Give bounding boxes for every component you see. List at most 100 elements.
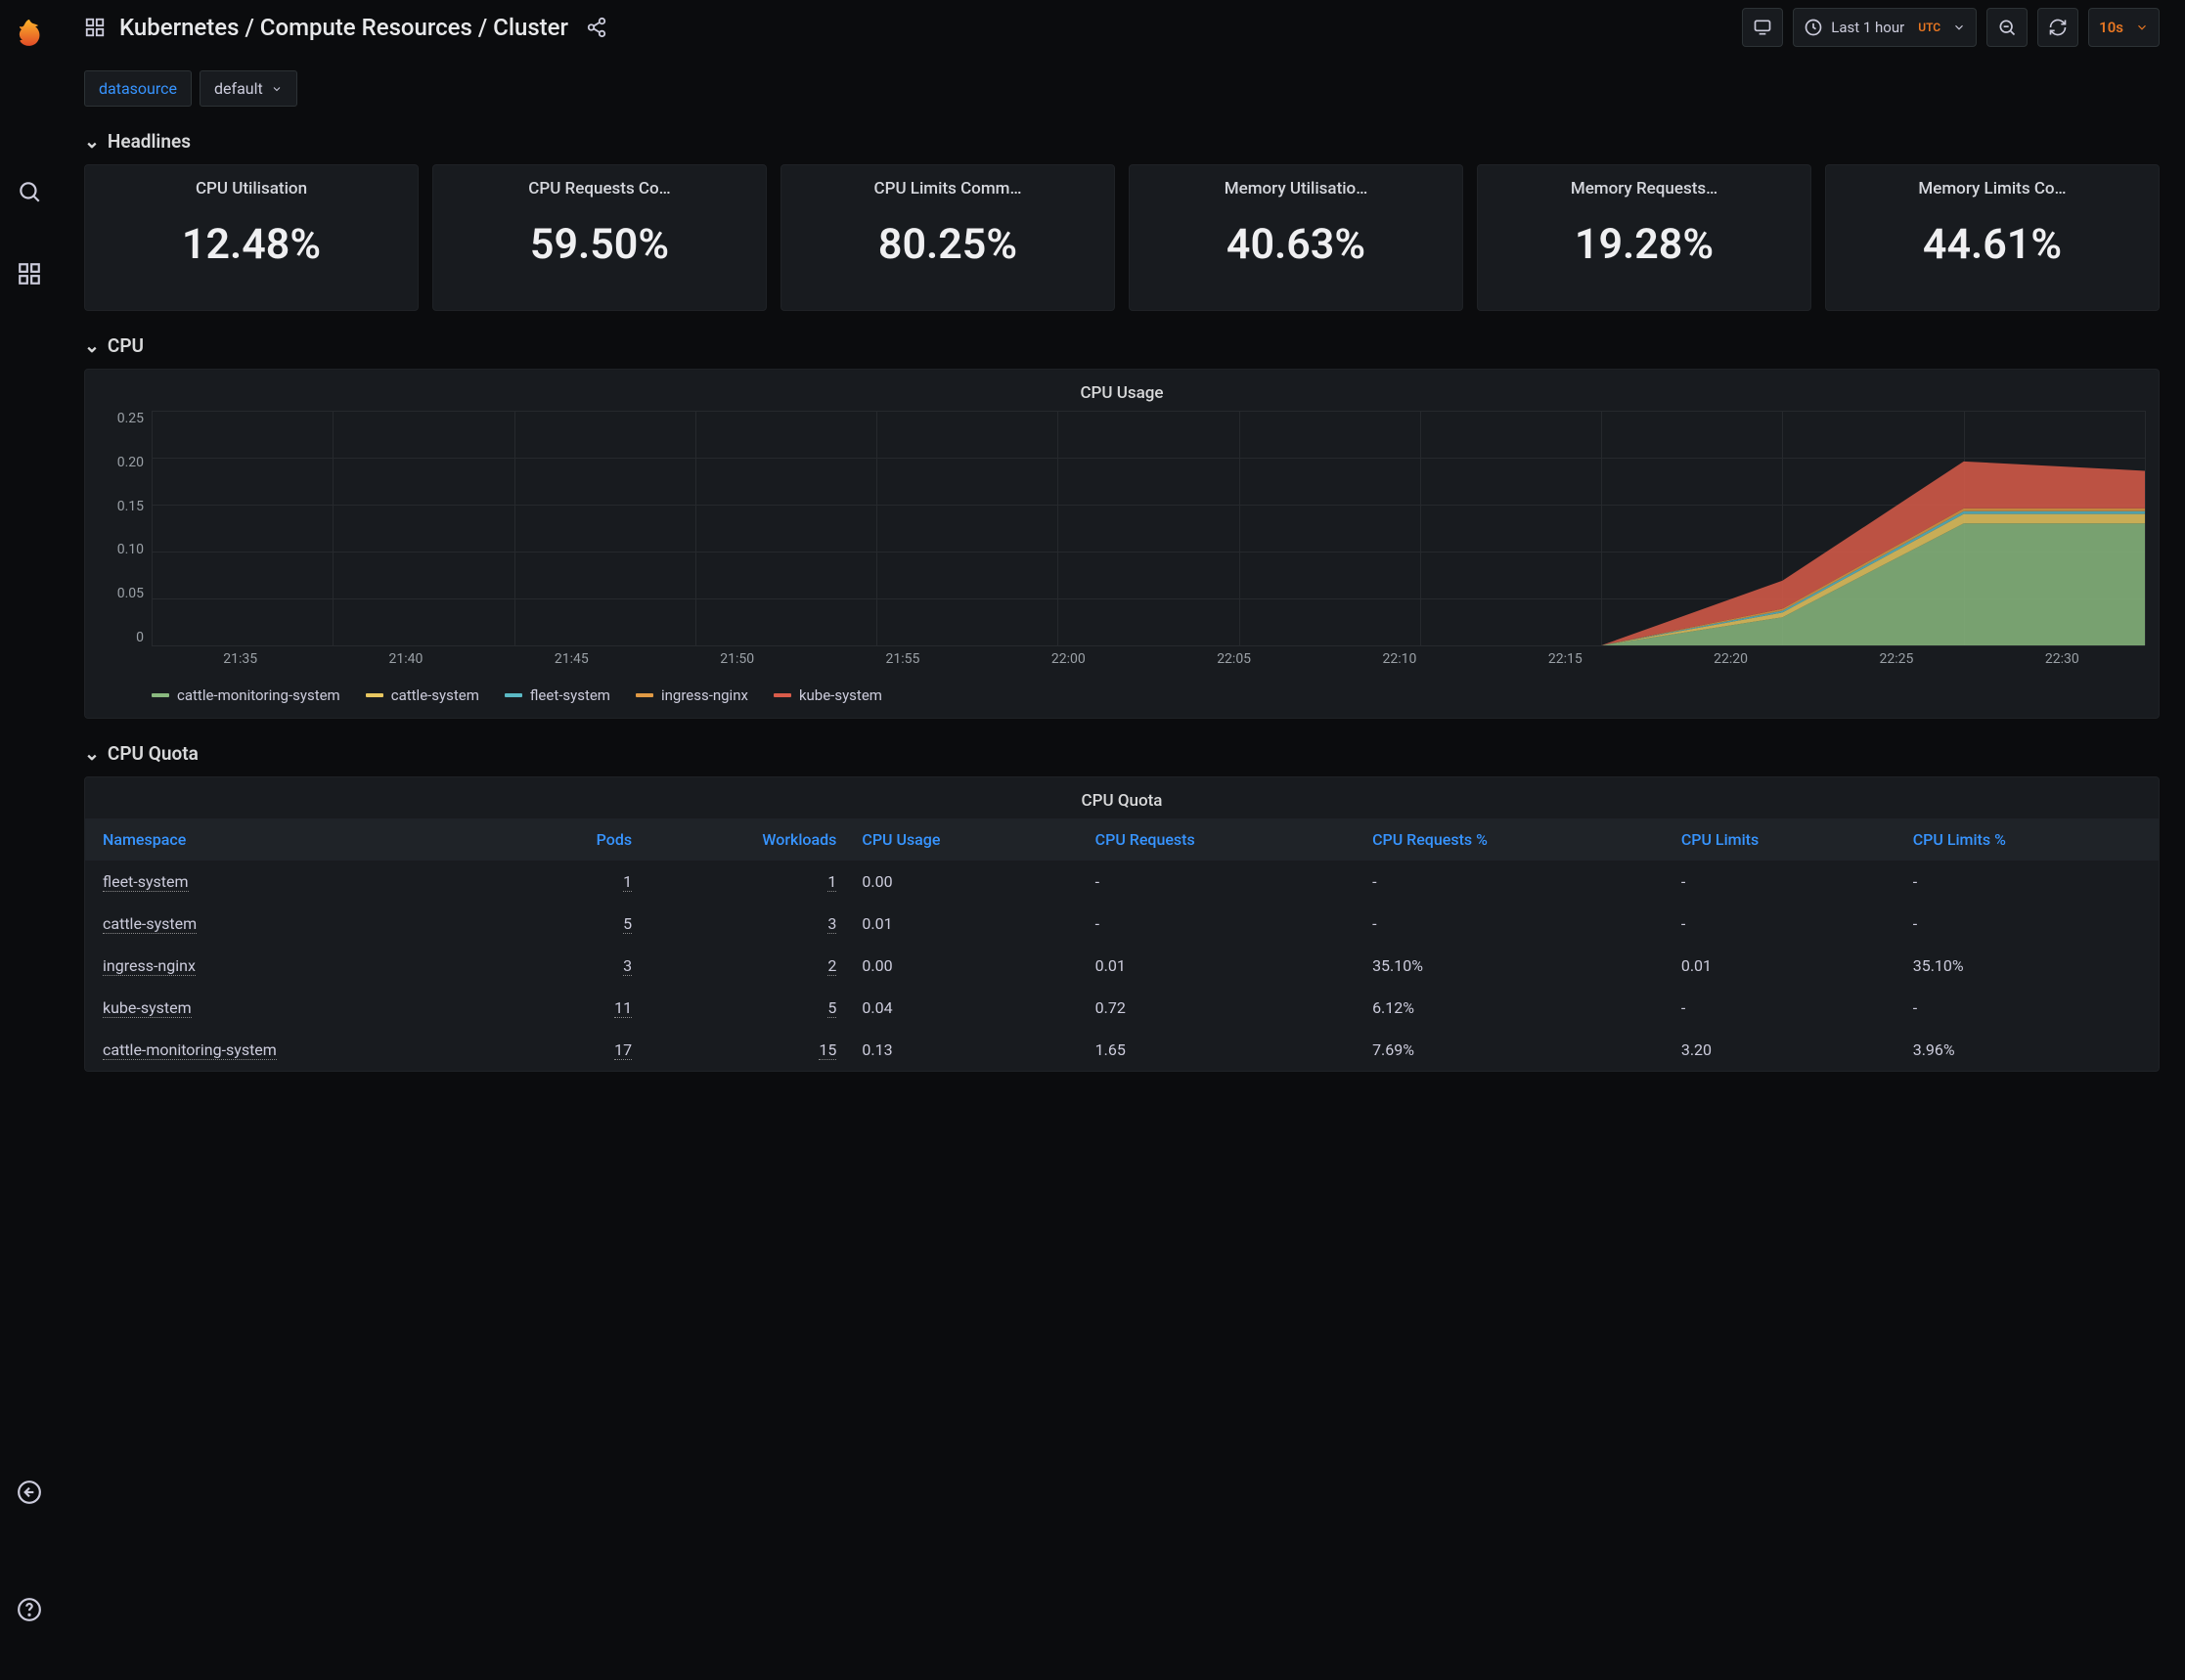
stat-panel[interactable]: Memory Requests… 19.28% [1477,164,1811,311]
x-tick-label: 22:15 [1483,651,1648,667]
workloads-link[interactable]: 3 [827,914,836,934]
stat-panel[interactable]: Memory Utilisatio… 40.63% [1129,164,1463,311]
legend-swatch [636,693,653,697]
cell-cpu-requests: - [1078,903,1355,945]
legend-item[interactable]: kube-system [774,686,882,704]
cell-cpu-usage: 0.13 [844,1029,1077,1071]
panel-cpu-quota-table: CPU Quota Namespace Pods Workloads CPU U… [84,776,2160,1072]
chart-plot-area[interactable] [152,411,2145,645]
cell-cpu-limits-pct: - [1895,903,2159,945]
pods-link[interactable]: 3 [623,956,632,976]
panel-title: CPU Quota [85,777,2159,811]
signin-icon[interactable] [16,1479,43,1506]
th-cpu-limits-pct[interactable]: CPU Limits % [1895,818,2159,861]
grafana-logo[interactable] [12,18,47,53]
topbar: Kubernetes / Compute Resources / Cluster… [59,0,2185,55]
pods-link[interactable]: 11 [614,998,632,1018]
row-toggle-cpu-quota[interactable]: ⌄ CPU Quota [84,742,2160,765]
th-cpu-usage[interactable]: CPU Usage [844,818,1077,861]
th-cpu-requests-pct[interactable]: CPU Requests % [1355,818,1664,861]
variable-datasource-value: default [214,79,263,98]
cell-cpu-requests-pct: - [1355,903,1664,945]
legend-item[interactable]: cattle-monitoring-system [152,686,340,704]
share-icon[interactable] [586,17,607,38]
ns-link[interactable]: cattle-system [103,914,197,934]
legend-item[interactable]: fleet-system [505,686,610,704]
legend-label: cattle-system [391,686,479,704]
legend-label: fleet-system [530,686,610,704]
cell-cpu-limits-pct: - [1895,987,2159,1029]
panel-title: CPU Usage [99,383,2145,403]
stat-value: 12.48% [182,220,321,269]
cell-cpu-limits-pct: 35.10% [1895,945,2159,987]
y-tick-label: 0 [99,630,144,645]
x-tick-label: 21:40 [323,651,488,667]
th-namespace[interactable]: Namespace [85,818,514,861]
ns-link[interactable]: fleet-system [103,872,189,892]
ns-link[interactable]: cattle-monitoring-system [103,1040,277,1060]
legend-label: kube-system [799,686,882,704]
workloads-link[interactable]: 1 [827,872,836,892]
panel-grid-icon[interactable] [84,17,106,38]
stat-value: 80.25% [878,220,1017,269]
stat-value: 40.63% [1226,220,1365,269]
x-tick-label: 21:45 [489,651,654,667]
y-tick-label: 0.05 [99,586,144,601]
y-tick-label: 0.20 [99,455,144,470]
pods-link[interactable]: 1 [623,872,632,892]
nav-sidebar [0,0,59,1680]
dashboard-title[interactable]: Kubernetes / Compute Resources / Cluster [119,14,568,41]
th-workloads[interactable]: Workloads [640,818,844,861]
workloads-link[interactable]: 15 [819,1040,836,1060]
x-tick-label: 22:30 [1980,651,2145,667]
legend-item[interactable]: ingress-nginx [636,686,748,704]
table-row: kube-system 11 5 0.04 0.72 6.12% - - [85,987,2159,1029]
stat-panel[interactable]: CPU Utilisation 12.48% [84,164,419,311]
chevron-down-icon: ⌄ [84,742,100,765]
tv-mode-button[interactable] [1742,8,1783,47]
legend-label: ingress-nginx [661,686,748,704]
cell-cpu-limits: - [1664,987,1895,1029]
chevron-down-icon: ⌄ [84,130,100,153]
stat-value: 19.28% [1575,220,1714,269]
legend-swatch [152,693,169,697]
time-range-label: Last 1 hour [1831,19,1904,36]
x-tick-label: 21:35 [157,651,323,667]
x-tick-label: 22:20 [1648,651,1813,667]
refresh-interval-picker[interactable]: 10s [2088,8,2160,47]
th-pods[interactable]: Pods [514,818,640,861]
ns-link[interactable]: kube-system [103,998,192,1018]
ns-link[interactable]: ingress-nginx [103,956,196,976]
stat-panel[interactable]: CPU Limits Comm… 80.25% [780,164,1115,311]
stat-panel[interactable]: CPU Requests Co… 59.50% [432,164,767,311]
stat-panel[interactable]: Memory Limits Co… 44.61% [1825,164,2160,311]
search-icon[interactable] [16,178,43,205]
stat-title: Memory Utilisatio… [1137,179,1454,199]
legend-item[interactable]: cattle-system [366,686,479,704]
y-tick-label: 0.10 [99,542,144,557]
variable-datasource-select[interactable]: default [200,70,297,107]
stat-title: CPU Utilisation [93,179,410,199]
cell-cpu-usage: 0.00 [844,945,1077,987]
workloads-link[interactable]: 5 [827,998,836,1018]
cell-cpu-usage: 0.01 [844,903,1077,945]
chevron-down-icon [1952,21,1966,34]
help-icon[interactable] [16,1596,43,1623]
refresh-interval-value: 10s [2099,19,2123,36]
th-cpu-limits[interactable]: CPU Limits [1664,818,1895,861]
time-range-picker[interactable]: Last 1 hour UTC [1793,8,1977,47]
cell-cpu-requests: 0.72 [1078,987,1355,1029]
pods-link[interactable]: 17 [614,1040,632,1060]
th-cpu-requests[interactable]: CPU Requests [1078,818,1355,861]
dashboards-icon[interactable] [16,260,43,287]
pods-link[interactable]: 5 [623,914,632,934]
row-toggle-headlines[interactable]: ⌄ Headlines [84,130,2160,153]
cell-cpu-requests-pct: 6.12% [1355,987,1664,1029]
workloads-link[interactable]: 2 [827,956,836,976]
refresh-button[interactable] [2037,8,2078,47]
zoom-out-button[interactable] [1986,8,2028,47]
cell-cpu-limits-pct: - [1895,861,2159,903]
row-toggle-cpu[interactable]: ⌄ CPU [84,334,2160,357]
x-tick-label: 21:50 [654,651,820,667]
legend-swatch [366,693,383,697]
